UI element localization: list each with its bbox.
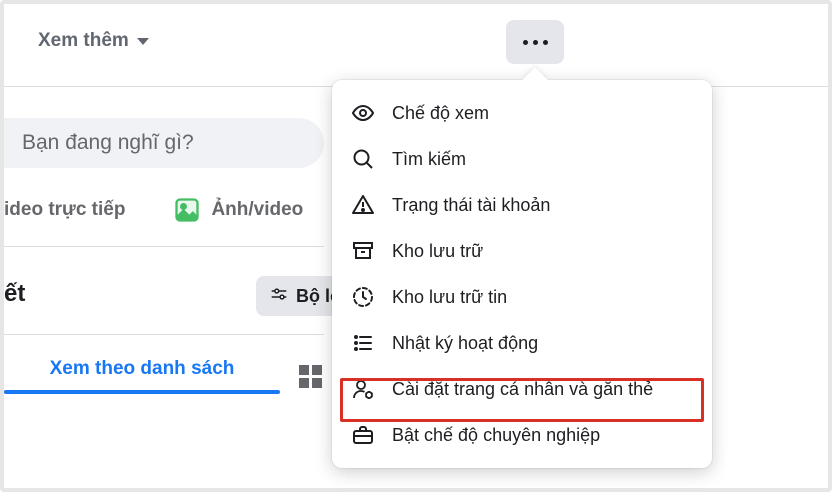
posts-heading: ết: [4, 280, 25, 308]
menu-item-label: Tìm kiếm: [392, 149, 466, 170]
divider: [4, 334, 324, 335]
menu-item-story-archive[interactable]: Kho lưu trữ tin: [332, 274, 712, 320]
briefcase-icon: [350, 422, 376, 448]
menu-item-view-mode[interactable]: Chế độ xem: [332, 90, 712, 136]
menu-item-archive[interactable]: Kho lưu trữ: [332, 228, 712, 274]
composer-placeholder: Bạn đang nghĩ gì?: [22, 131, 194, 155]
grid-icon: [299, 365, 322, 388]
tab-grid-view[interactable]: [280, 348, 340, 388]
archive-icon: [350, 238, 376, 264]
menu-item-label: Nhật ký hoạt động: [392, 333, 538, 354]
status-composer[interactable]: Bạn đang nghĩ gì?: [4, 118, 324, 168]
sliders-icon: [270, 285, 288, 308]
warning-icon: [350, 192, 376, 218]
search-icon: [350, 146, 376, 172]
menu-item-label: Trạng thái tài khoản: [392, 195, 550, 216]
menu-item-activity-log[interactable]: Nhật ký hoạt động: [332, 320, 712, 366]
menu-item-label: Cài đặt trang cá nhân và gắn thẻ: [392, 379, 653, 400]
user-gear-icon: [350, 376, 376, 402]
menu-item-professional-mode[interactable]: Bật chế độ chuyên nghiệp: [332, 412, 712, 458]
see-more-label: Xem thêm: [38, 30, 129, 52]
live-video-button[interactable]: ideo trực tiếp: [4, 199, 125, 221]
ellipsis-icon: [523, 40, 548, 45]
tab-list-view[interactable]: Xem theo danh sách: [4, 342, 280, 394]
more-options-menu: Chế độ xem Tìm kiếm Trạng thái tài khoản…: [332, 80, 712, 468]
list-icon: [350, 330, 376, 356]
clock-dashed-icon: [350, 284, 376, 310]
eye-icon: [350, 100, 376, 126]
caret-down-icon: [137, 38, 149, 45]
photo-video-label: Ảnh/video: [211, 199, 303, 221]
more-options-button[interactable]: [506, 20, 564, 64]
menu-item-search[interactable]: Tìm kiếm: [332, 136, 712, 182]
photo-icon: [173, 196, 201, 224]
menu-item-label: Kho lưu trữ: [392, 241, 483, 262]
live-video-label: ideo trực tiếp: [4, 199, 125, 221]
tab-list-label: Xem theo danh sách: [50, 358, 235, 379]
menu-item-profile-tagging-settings[interactable]: Cài đặt trang cá nhân và gắn thẻ: [332, 366, 712, 412]
photo-video-button[interactable]: Ảnh/video: [173, 196, 303, 224]
composer-media-row: ideo trực tiếp Ảnh/video: [4, 196, 303, 224]
menu-item-label: Kho lưu trữ tin: [392, 287, 507, 308]
menu-item-label: Chế độ xem: [392, 103, 489, 124]
see-more-button[interactable]: Xem thêm: [38, 30, 149, 52]
menu-item-label: Bật chế độ chuyên nghiệp: [392, 425, 600, 446]
divider: [4, 246, 324, 247]
menu-item-account-status[interactable]: Trạng thái tài khoản: [332, 182, 712, 228]
view-tabs: Xem theo danh sách: [4, 342, 340, 394]
